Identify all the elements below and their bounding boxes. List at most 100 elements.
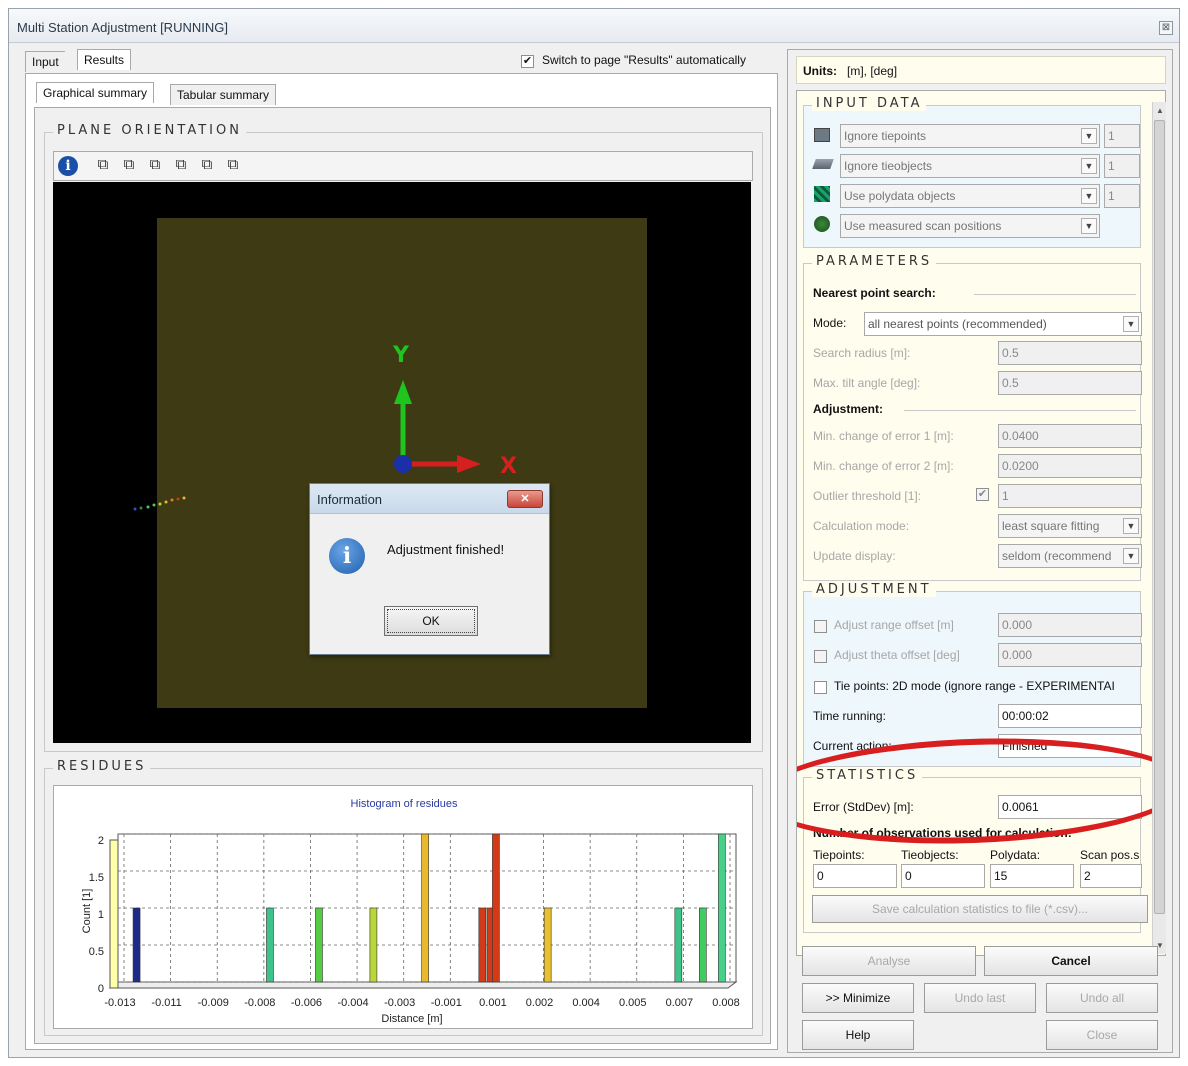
mode-select[interactable]: all nearest points (recommended) ▼ — [864, 312, 1142, 336]
ok-button[interactable]: OK — [384, 606, 478, 636]
scrollbar-thumb[interactable] — [1154, 120, 1165, 914]
histogram-xlabel: Distance [m] — [381, 1013, 442, 1025]
histogram-title: Histogram of residues — [351, 798, 458, 810]
parameters-title: PARAMETERS — [812, 254, 937, 269]
x-tick-label: 0.002 — [526, 997, 554, 1009]
histogram-bar — [543, 907, 552, 983]
x-tick-label: -0.008 — [244, 997, 275, 1009]
range-offset-label: Adjust range offset [m] — [834, 618, 954, 632]
units-value: [m], [deg] — [847, 64, 898, 78]
theta-offset-label: Adjust theta offset [deg] — [834, 648, 960, 662]
view-top-cube-icon[interactable]: ⧉ — [198, 156, 216, 174]
axis-y-label: Y — [392, 343, 410, 368]
undo-all-button[interactable]: Undo all — [1046, 983, 1158, 1013]
tiepoints-select[interactable]: Ignore tiepoints ▼ — [840, 124, 1100, 148]
x-tick-label: -0.013 — [104, 997, 135, 1009]
histogram-bar — [478, 907, 487, 983]
adjustment-heading: Adjustment: — [813, 402, 883, 416]
plot-floor — [108, 981, 738, 989]
save-statistics-button[interactable]: Save calculation statistics to file (*.c… — [812, 895, 1148, 923]
close-button[interactable]: Close — [1046, 1020, 1158, 1050]
tab-graphical-summary[interactable]: Graphical summary — [36, 82, 155, 103]
scan-point — [133, 507, 137, 511]
dialog-title-bar: Information ✕ — [310, 484, 549, 514]
view-left-cube-icon[interactable]: ⧉ — [146, 156, 164, 174]
theta-offset-checkbox[interactable] — [814, 650, 827, 663]
histogram-bar — [315, 907, 323, 983]
z-axis-origin — [394, 455, 412, 473]
x-tick-label: 0.004 — [572, 997, 600, 1009]
scrollbar[interactable]: ▲ ▼ — [1152, 102, 1166, 954]
outlier-checkbox[interactable]: ✔ — [976, 488, 989, 501]
tiepoints-count[interactable]: 1 — [1104, 124, 1140, 148]
units-label: Units: — [803, 64, 837, 78]
separator — [904, 410, 1136, 411]
range-offset-checkbox[interactable] — [814, 620, 827, 633]
update-display-label: Update display: — [813, 549, 896, 563]
theta-offset-field[interactable]: 0.000 — [998, 643, 1142, 667]
tab-tabular-summary[interactable]: Tabular summary — [170, 84, 277, 105]
update-display-select[interactable]: seldom (recommend ▼ — [998, 544, 1142, 568]
tab-results[interactable]: Results — [77, 49, 132, 70]
parameters-group: PARAMETERS Nearest point search: Mode: a… — [803, 254, 1142, 581]
y-tick-label: 1 — [98, 909, 104, 921]
histogram-bar — [674, 907, 683, 983]
scan-positions-select[interactable]: Use measured scan positions ▼ — [840, 214, 1100, 238]
cancel-button[interactable]: Cancel — [984, 946, 1158, 976]
calc-mode-select[interactable]: least square fitting ▼ — [998, 514, 1142, 538]
settings-scroll-area[interactable]: INPUT DATA Ignore tiepoints ▼ 1 Ignore ti… — [796, 90, 1166, 956]
time-running-label: Time running: — [813, 709, 886, 723]
scan-points — [133, 496, 186, 511]
residues-title: RESIDUES — [53, 759, 151, 774]
min-change2-field[interactable]: 0.0200 — [998, 454, 1142, 478]
window-close-icon[interactable]: ⊠ — [1159, 21, 1173, 35]
polydata-select[interactable]: Use polydata objects ▼ — [840, 184, 1100, 208]
tab-input[interactable]: Input — [25, 51, 65, 72]
right-panel: Units: [m], [deg] INPUT DATA Ignore tiep… — [787, 49, 1173, 1053]
min-change2-label: Min. change of error 2 [m]: — [813, 459, 954, 473]
auto-switch-checkbox[interactable]: ✔ — [521, 55, 534, 68]
search-radius-field[interactable]: 0.5 — [998, 341, 1142, 365]
main-window: Multi Station Adjustment [RUNNING] ⊠ Inp… — [8, 8, 1180, 1058]
undo-last-button[interactable]: Undo last — [924, 983, 1036, 1013]
dialog-close-button[interactable]: ✕ — [507, 490, 543, 508]
view-right-cube-icon[interactable]: ⧉ — [172, 156, 190, 174]
tie-points-2d-checkbox[interactable] — [814, 681, 827, 694]
histogram-chart: Histogram of residues Distance [m] Count… — [81, 798, 740, 1025]
y-axis-arrowhead — [394, 380, 412, 404]
polydata-icon — [814, 186, 830, 202]
view-back-cube-icon[interactable]: ⧉ — [120, 156, 138, 174]
chevron-down-icon: ▼ — [1123, 548, 1139, 564]
min-change1-field[interactable]: 0.0400 — [998, 424, 1142, 448]
minimize-button[interactable]: >> Minimize — [802, 983, 914, 1013]
axis-x-label: X — [500, 454, 517, 479]
tieobjects-select[interactable]: Ignore tieobjects ▼ — [840, 154, 1100, 178]
x-tick-label: -0.004 — [337, 997, 368, 1009]
search-radius-label: Search radius [m]: — [813, 346, 911, 360]
view-front-cube-icon[interactable]: ⧉ — [94, 156, 112, 174]
tiepoints-stat-field: 0 — [813, 864, 897, 888]
chevron-down-icon: ▼ — [1081, 128, 1097, 144]
nearest-point-heading: Nearest point search: — [813, 286, 936, 300]
title-bar: Multi Station Adjustment [RUNNING] ⊠ — [9, 9, 1179, 43]
scroll-up-icon[interactable]: ▲ — [1156, 106, 1164, 115]
max-tilt-field[interactable]: 0.5 — [998, 371, 1142, 395]
polydata-count[interactable]: 1 — [1104, 184, 1140, 208]
info-icon[interactable]: i — [58, 156, 78, 176]
scan-point — [182, 496, 186, 500]
3d-viewport[interactable]: Y X — [53, 182, 751, 743]
outlier-field[interactable]: 1 — [998, 484, 1142, 508]
histogram-bar — [492, 833, 500, 983]
x-tick-label: -0.003 — [384, 997, 415, 1009]
x-axis-arrowhead — [457, 455, 481, 473]
range-offset-field[interactable]: 0.000 — [998, 613, 1142, 637]
scan-positions-stat-field: 2 — [1080, 864, 1142, 888]
max-tilt-label: Max. tilt angle [deg]: — [813, 376, 921, 390]
x-tick-label: -0.006 — [291, 997, 322, 1009]
y-tick-label: 0.5 — [89, 946, 104, 958]
analyse-button[interactable]: Analyse — [802, 946, 976, 976]
tieobjects-count[interactable]: 1 — [1104, 154, 1140, 178]
y-tick-label: 2 — [98, 835, 104, 847]
view-bottom-cube-icon[interactable]: ⧉ — [224, 156, 242, 174]
help-button[interactable]: Help — [802, 1020, 914, 1050]
